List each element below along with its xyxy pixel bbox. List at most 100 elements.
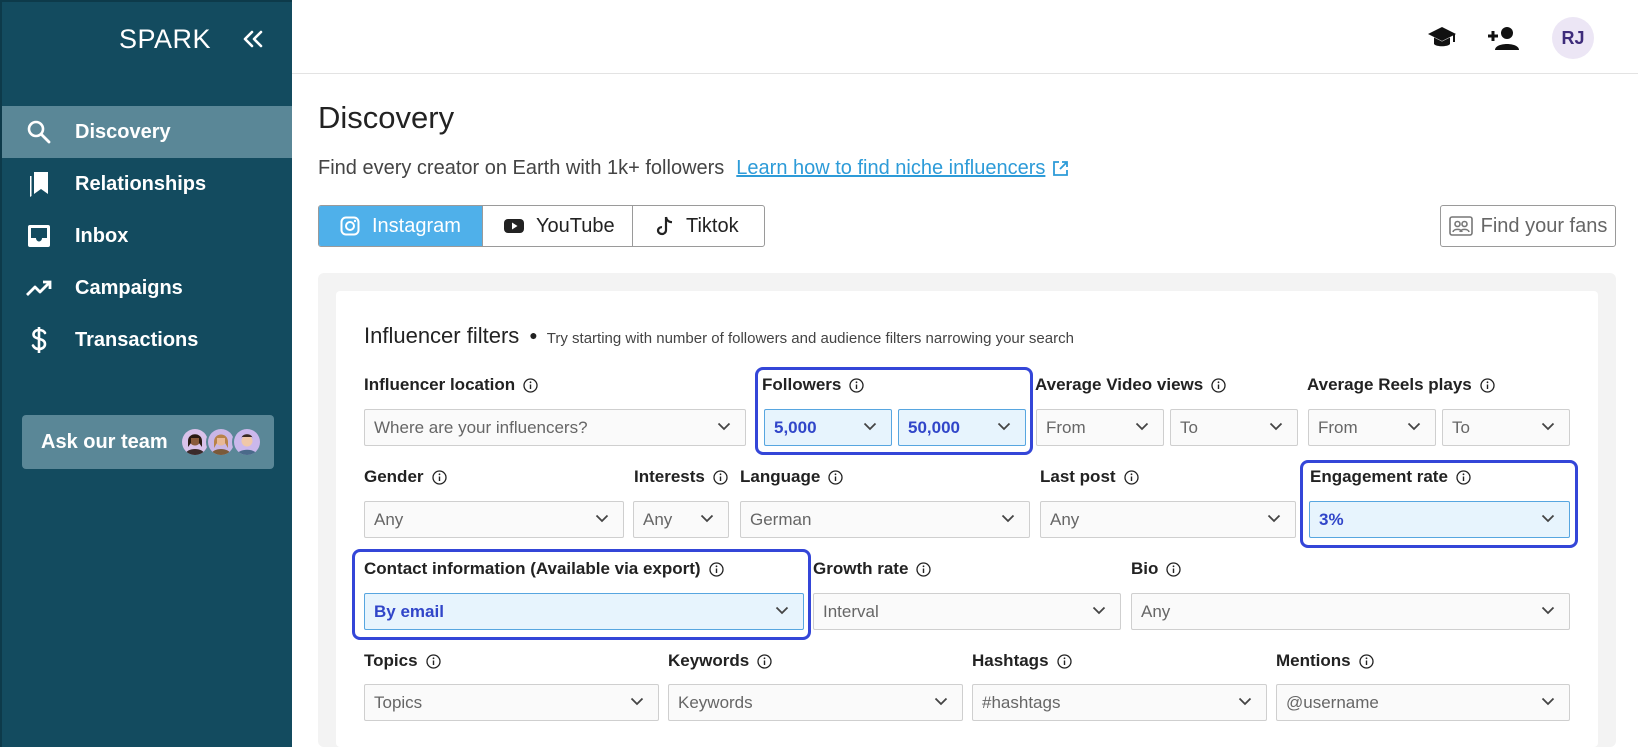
chevron-down-icon xyxy=(1092,606,1106,615)
top-bar: RJ xyxy=(292,0,1638,74)
info-icon[interactable] xyxy=(1456,469,1471,485)
select-value: From xyxy=(1046,417,1086,437)
sidebar-item-discovery[interactable]: Discovery xyxy=(2,106,292,158)
label-bio: Bio xyxy=(1131,559,1182,579)
mentions-select[interactable]: @username xyxy=(1276,684,1570,721)
platform-tabs: Instagram YouTube Tiktok xyxy=(318,205,765,247)
last-post-select[interactable]: Any xyxy=(1040,501,1296,538)
label-text: Hashtags xyxy=(972,651,1049,670)
label-contact-information: Contact information (Available via expor… xyxy=(364,559,724,579)
ask-team-label: Ask our team xyxy=(41,430,168,453)
select-value: From xyxy=(1318,417,1358,437)
sidebar-item-label: Discovery xyxy=(75,120,171,143)
influencer-location-select[interactable]: Where are your influencers? xyxy=(364,409,746,446)
sidebar-item-label: Transactions xyxy=(75,328,199,351)
keywords-select[interactable]: Keywords xyxy=(668,684,963,721)
info-icon[interactable] xyxy=(757,653,772,669)
video-views-from-select[interactable]: From xyxy=(1036,409,1164,446)
info-icon[interactable] xyxy=(1123,469,1139,485)
followers-to-select[interactable]: 50,000 xyxy=(898,409,1026,446)
label-text: Language xyxy=(740,467,821,486)
select-value: #hashtags xyxy=(982,692,1061,712)
info-icon[interactable] xyxy=(713,469,728,485)
info-icon[interactable] xyxy=(849,377,865,393)
info-icon[interactable] xyxy=(916,561,932,577)
gender-select[interactable]: Any xyxy=(364,501,624,538)
select-value: To xyxy=(1452,417,1470,437)
chevron-down-icon xyxy=(1541,514,1555,523)
brand-logo: SPARK xyxy=(119,24,212,54)
user-avatar[interactable]: RJ xyxy=(1552,17,1594,59)
chevron-down-icon xyxy=(595,514,609,523)
bio-select[interactable]: Any xyxy=(1131,593,1570,630)
info-icon[interactable] xyxy=(828,469,843,485)
info-icon[interactable] xyxy=(1358,653,1374,669)
sidebar-item-transactions[interactable]: Transactions xyxy=(2,314,292,366)
language-select[interactable]: German xyxy=(740,501,1030,538)
info-icon[interactable] xyxy=(1166,561,1182,577)
info-icon[interactable] xyxy=(1480,377,1495,393)
select-value: Where are your influencers? xyxy=(374,417,588,437)
select-value: Any xyxy=(1050,509,1080,529)
filters-hint: Try starting with number of followers an… xyxy=(546,330,1074,347)
select-value: German xyxy=(750,509,812,529)
collapse-sidebar-button[interactable] xyxy=(238,22,268,56)
sidebar-item-relationships[interactable]: Relationships xyxy=(2,158,292,210)
reels-plays-from-select[interactable]: From xyxy=(1308,409,1436,446)
select-value: By email xyxy=(374,601,444,621)
label-text: Topics xyxy=(364,651,418,670)
find-your-fans-button[interactable]: Find your fans xyxy=(1440,205,1616,247)
chevron-down-icon xyxy=(1541,697,1555,706)
info-icon[interactable] xyxy=(431,469,447,485)
sidebar-item-label: Campaigns xyxy=(75,276,183,299)
label-text: Interests xyxy=(634,467,705,486)
chevron-down-icon xyxy=(1238,697,1252,706)
hashtags-select[interactable]: #hashtags xyxy=(972,684,1267,721)
sidebar-item-campaigns[interactable]: Campaigns xyxy=(2,262,292,314)
video-views-to-select[interactable]: To xyxy=(1170,409,1298,446)
add-user-icon xyxy=(1488,27,1519,50)
sidebar-nav: Discovery Relationships Inbox Campaigns … xyxy=(2,106,292,366)
growth-rate-select[interactable]: Interval xyxy=(813,593,1121,630)
tab-label: Instagram xyxy=(372,214,461,237)
label-text: Contact information (Available via expor… xyxy=(364,559,701,578)
youtube-icon xyxy=(504,218,524,234)
tab-tiktok[interactable]: Tiktok xyxy=(633,206,764,246)
chevron-down-icon xyxy=(863,422,877,431)
info-icon[interactable] xyxy=(523,377,538,393)
tiktok-icon xyxy=(656,216,674,236)
sidebar-item-inbox[interactable]: Inbox xyxy=(2,210,292,262)
team-avatars xyxy=(179,427,262,457)
sidebar-item-label: Relationships xyxy=(75,172,207,195)
engagement-rate-select[interactable]: 3% xyxy=(1309,501,1570,538)
tab-youtube[interactable]: YouTube xyxy=(483,206,633,246)
info-icon[interactable] xyxy=(1056,653,1072,669)
search-icon xyxy=(24,117,54,147)
page-subtitle: Find every creator on Earth with 1k+ fol… xyxy=(318,157,1069,180)
double-chevron-left-icon xyxy=(243,30,263,48)
label-average-reels-plays: Average Reels plays xyxy=(1307,375,1495,395)
reels-plays-to-select[interactable]: To xyxy=(1442,409,1570,446)
info-icon[interactable] xyxy=(708,561,724,577)
academy-button[interactable] xyxy=(1424,20,1460,56)
select-value: 50,000 xyxy=(908,417,960,437)
label-text: Followers xyxy=(762,375,842,394)
label-text: Engagement rate xyxy=(1310,467,1448,486)
interests-select[interactable]: Any xyxy=(633,501,729,538)
contact-information-select[interactable]: By email xyxy=(364,593,804,630)
label-mentions: Mentions xyxy=(1276,651,1374,671)
info-icon[interactable] xyxy=(425,653,441,669)
tab-instagram[interactable]: Instagram xyxy=(319,206,483,246)
ask-our-team-button[interactable]: Ask our team xyxy=(22,415,274,469)
info-icon[interactable] xyxy=(1211,377,1226,393)
followers-from-select[interactable]: 5,000 xyxy=(764,409,892,446)
topics-select[interactable]: Topics xyxy=(364,684,659,721)
inbox-icon xyxy=(24,221,54,251)
learn-niche-influencers-link[interactable]: Learn how to find niche influencers xyxy=(736,157,1069,180)
separator-dot: ● xyxy=(529,327,538,343)
label-followers: Followers xyxy=(762,375,865,395)
invite-user-button[interactable] xyxy=(1486,20,1522,56)
trending-up-icon xyxy=(24,273,54,303)
learn-link-label: Learn how to find niche influencers xyxy=(736,157,1046,179)
sidebar-item-label: Inbox xyxy=(75,224,129,247)
